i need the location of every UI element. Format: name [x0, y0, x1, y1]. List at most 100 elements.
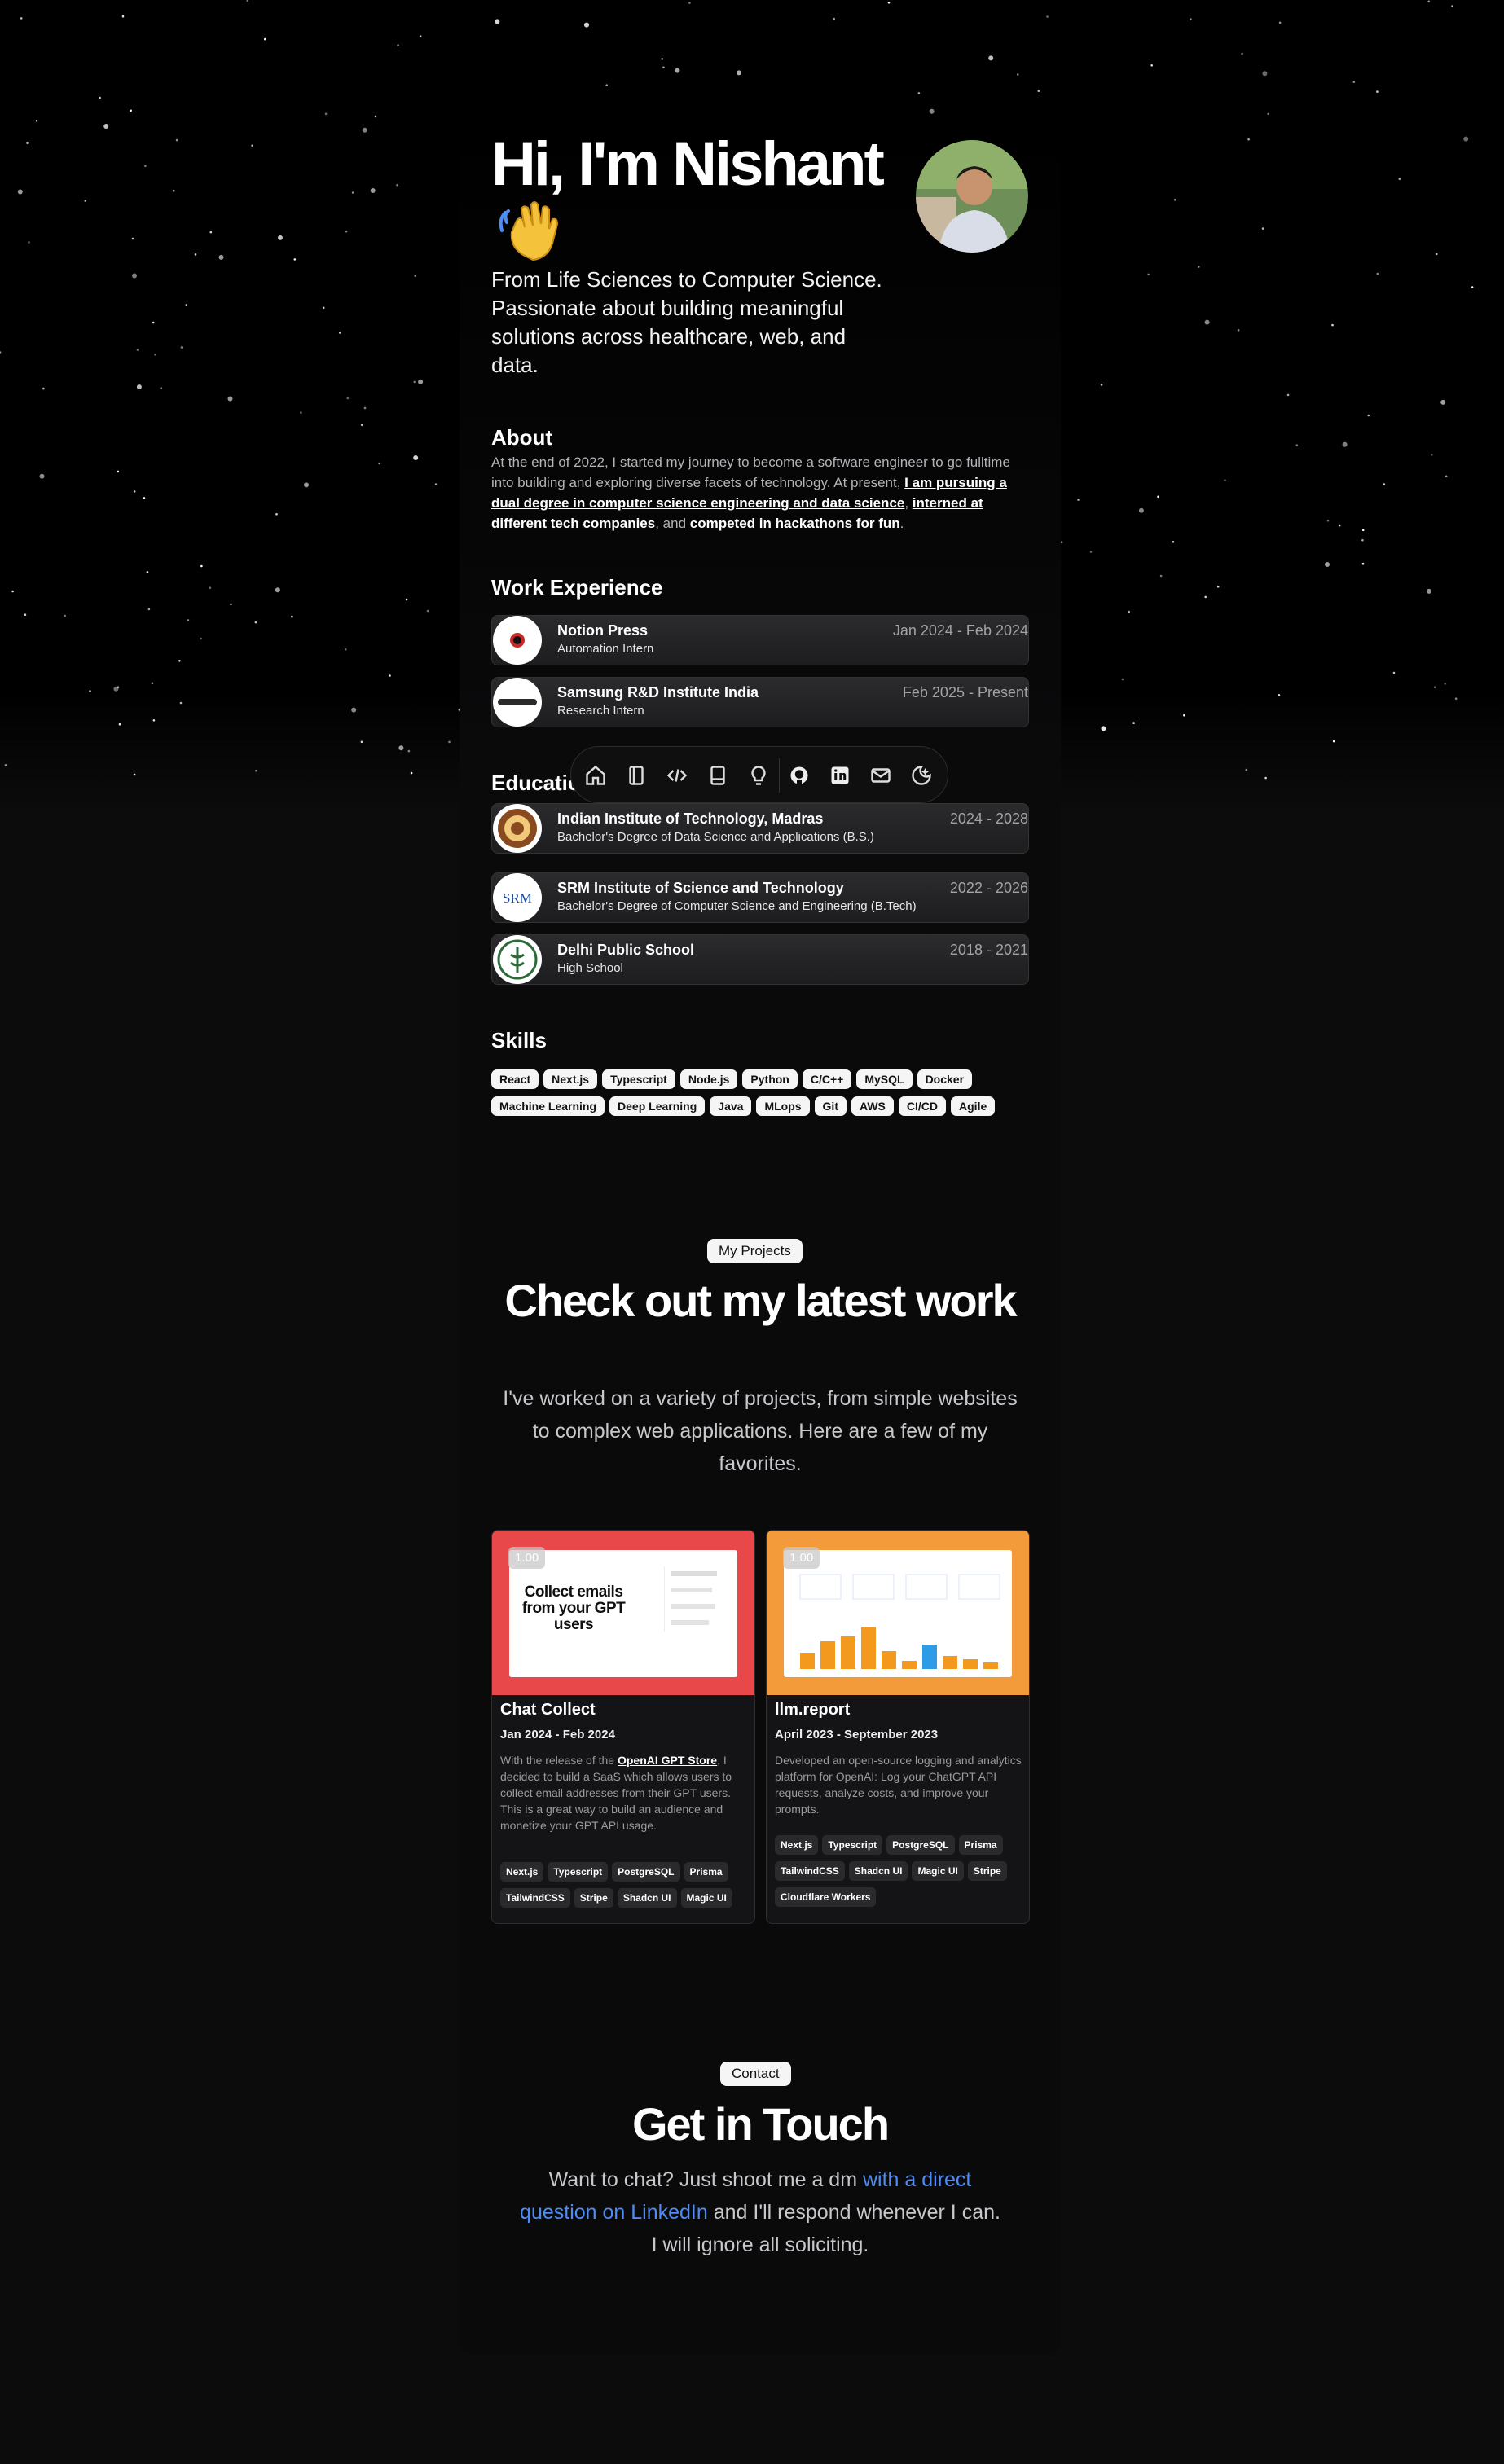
star: [1190, 18, 1192, 20]
star: [42, 387, 45, 390]
star: [132, 273, 137, 279]
star: [1331, 323, 1334, 327]
star: [152, 321, 155, 324]
tech-tag: Cloudflare Workers: [775, 1887, 877, 1907]
contact-badge: Contact: [720, 2062, 791, 2086]
tech-tag: Shadcn UI: [617, 1888, 677, 1908]
theme-toggle-icon[interactable]: [907, 761, 936, 790]
star: [1261, 227, 1264, 230]
star: [1286, 393, 1290, 397]
work-item-samsung[interactable]: Samsung R&D Institute India Research Int…: [491, 677, 1029, 727]
star: [133, 773, 136, 776]
contact-text: Want to chat? Just shoot me a dm with a …: [516, 2163, 1005, 2261]
school-name: SRM Institute of Science and Technology: [557, 880, 844, 896]
school-name: Delhi Public School: [557, 942, 695, 958]
education-item-iit-madras[interactable]: Indian Institute of Technology, Madras B…: [491, 803, 1029, 854]
education-item-dps[interactable]: Delhi Public School High School 2018 - 2…: [491, 934, 1029, 985]
lightbulb-icon[interactable]: [744, 761, 773, 790]
star: [338, 332, 341, 334]
skill-tag: Node.js: [679, 1069, 738, 1089]
star: [209, 586, 212, 589]
star: [370, 188, 376, 193]
work-item-notion-press[interactable]: Notion Press Automation Intern Jan 2024 …: [491, 615, 1029, 665]
mail-icon[interactable]: [866, 761, 895, 790]
home-icon[interactable]: [581, 761, 610, 790]
degree: High School: [557, 961, 623, 975]
preview-dashboard: [784, 1550, 1012, 1677]
star: [89, 690, 91, 692]
star: [988, 55, 994, 61]
profile-avatar: [916, 140, 1028, 253]
star: [1204, 319, 1210, 325]
star: [136, 384, 142, 389]
openai-gpt-store-link[interactable]: OpenAI GPT Store: [618, 1754, 717, 1767]
project-card-chat-collect[interactable]: Collect emails from your GPT users 1.00 …: [491, 1530, 755, 1924]
star: [398, 745, 404, 751]
preview-bar-chart: [799, 1574, 1000, 1669]
star: [495, 19, 500, 24]
zoom-badge: 1.00: [783, 1547, 820, 1569]
github-icon[interactable]: [785, 761, 814, 790]
education-item-srm[interactable]: SRM SRM Institute of Science and Technol…: [491, 872, 1029, 923]
star: [413, 455, 419, 460]
projects-title: Check out my latest work: [504, 1275, 1017, 1326]
linkedin-icon[interactable]: [825, 761, 855, 790]
tech-tag: PostgreSQL: [612, 1862, 680, 1882]
project-title: llm.report: [775, 1701, 851, 1719]
tech-tag: Typescript: [822, 1835, 883, 1855]
iit-madras-logo: [493, 804, 542, 853]
star: [1077, 499, 1080, 501]
dates: Feb 2025 - Present: [902, 684, 1028, 701]
star: [1325, 562, 1330, 567]
star: [1100, 384, 1103, 386]
book-icon[interactable]: [703, 761, 732, 790]
preview-screenshot: Collect emails from your GPT users: [509, 1550, 737, 1677]
role: Automation Intern: [557, 642, 654, 656]
waving-hand-icon: [499, 198, 567, 267]
star: [1278, 21, 1282, 24]
star: [345, 230, 348, 233]
dock-separator: [779, 758, 780, 793]
star: [1427, 0, 1430, 3]
star: [1451, 5, 1453, 7]
star: [324, 112, 328, 116]
preview-stat-box: [905, 1574, 948, 1600]
star: [1326, 519, 1330, 522]
star: [426, 609, 429, 613]
star: [363, 406, 367, 410]
project-dates: Jan 2024 - Feb 2024: [500, 1728, 615, 1741]
star: [389, 674, 391, 677]
star: [1174, 199, 1176, 201]
star: [255, 769, 257, 772]
code-icon[interactable]: [662, 761, 692, 790]
star: [1237, 329, 1240, 332]
star: [1262, 71, 1268, 77]
tech-tag: Shadcn UI: [848, 1861, 908, 1881]
projects-lead: I've worked on a variety of projects, fr…: [503, 1387, 1018, 1475]
preview-bar: [943, 1656, 957, 1669]
star: [887, 2, 891, 4]
star: [1241, 52, 1243, 55]
star: [1157, 495, 1159, 499]
about-text-part: ,: [904, 495, 913, 511]
star: [1138, 507, 1144, 513]
star: [251, 144, 253, 147]
star: [833, 17, 835, 20]
star: [418, 379, 424, 384]
project-card-llm-report[interactable]: 1.00 llm.report April 2023 - September 2…: [766, 1530, 1030, 1924]
star: [1361, 529, 1365, 532]
star: [146, 571, 149, 573]
star: [1121, 678, 1124, 681]
star: [175, 138, 178, 142]
star: [360, 424, 363, 427]
star: [246, 0, 249, 2]
hackathons-link[interactable]: competed in hackathons for fun: [690, 516, 900, 531]
star: [99, 96, 101, 99]
project-dates: April 2023 - September 2023: [775, 1728, 939, 1741]
star: [1444, 683, 1446, 685]
star: [1454, 697, 1458, 700]
desc-part: With the release of the: [500, 1754, 618, 1767]
star: [1245, 768, 1248, 771]
notebook-icon[interactable]: [622, 761, 651, 790]
tech-tag: Typescript: [548, 1862, 609, 1882]
